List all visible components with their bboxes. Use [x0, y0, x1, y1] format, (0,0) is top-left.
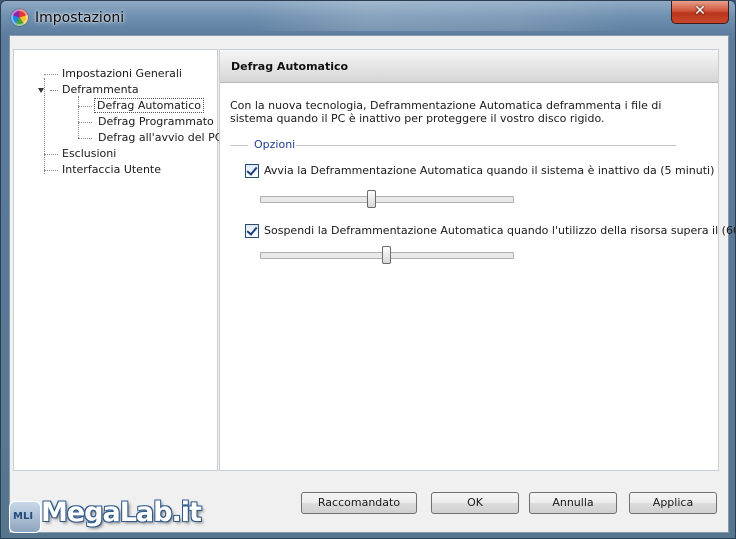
checkmark-icon	[246, 224, 258, 236]
tree-item-defrag-avvio-pc[interactable]: Defrag all'avvio del PC	[96, 130, 224, 146]
option-label: Sospendi la Deframmentazione Automatica …	[264, 224, 736, 237]
tree-connector	[44, 74, 58, 75]
section-title: Defrag Automatico	[231, 60, 349, 73]
ok-button[interactable]: OK	[431, 492, 519, 514]
tree-item-defrag-automatico[interactable]: Defrag Automatico	[94, 98, 204, 114]
idle-start-checkbox[interactable]	[245, 164, 259, 178]
tree-item-label: Defrag all'avvio del PC	[98, 131, 223, 144]
group-divider	[296, 145, 676, 146]
app-icon	[11, 9, 28, 26]
title-bar-reflection	[251, 1, 631, 31]
section-header: Defrag Automatico	[220, 50, 718, 83]
tree-item-deframmenta[interactable]: Deframmenta	[60, 82, 141, 98]
title-bar[interactable]: Impostazioni ✕	[1, 1, 735, 35]
watermark-text: MegaLab.it	[41, 497, 202, 528]
tree-item-label: Interfaccia Utente	[62, 163, 162, 176]
settings-tree: Impostazioni Generali Deframmenta Defrag…	[13, 49, 222, 471]
settings-window: Impostazioni ✕ Impostazioni Generali Def…	[0, 0, 736, 539]
section-description: Con la nuova tecnologia, Deframmentazion…	[230, 99, 662, 125]
megalab-watermark: MLI MegaLab.it	[5, 493, 202, 537]
tree-connector	[78, 138, 92, 139]
cancel-button[interactable]: Annulla	[529, 492, 617, 514]
tree-item-interfaccia-utente[interactable]: Interfaccia Utente	[60, 162, 163, 178]
tree-item-esclusioni[interactable]: Esclusioni	[60, 146, 118, 162]
content-panel: Defrag Automatico Con la nuova tecnologi…	[219, 49, 735, 471]
option-label: Avvia la Deframmentazione Automatica qua…	[264, 164, 715, 177]
resource-suspend-checkbox[interactable]	[245, 224, 259, 238]
tree-connector	[78, 122, 92, 123]
apply-button[interactable]: Applica	[629, 492, 717, 514]
slider-thumb[interactable]	[382, 246, 391, 264]
tree-item-impostazioni-generali[interactable]: Impostazioni Generali	[60, 66, 184, 82]
checkmark-icon	[246, 164, 258, 176]
tree-connector	[78, 106, 92, 107]
tree-connector-child	[78, 96, 79, 138]
tree-connector	[44, 170, 58, 171]
tree-item-label: Deframmenta	[62, 83, 139, 96]
group-divider	[230, 145, 248, 146]
logo-badge: MLI	[13, 511, 34, 522]
tree-item-label: Impostazioni Generali	[62, 67, 182, 80]
idle-time-slider[interactable]	[260, 190, 514, 210]
tree-connector	[50, 90, 58, 91]
tree-item-label: Defrag Automatico	[94, 98, 204, 113]
window-title: Impostazioni	[35, 10, 125, 26]
expand-arrow-icon[interactable]	[38, 88, 44, 93]
slider-track[interactable]	[260, 196, 514, 203]
tree-connector-root	[44, 78, 45, 174]
tree-item-label: Esclusioni	[62, 147, 117, 160]
options-group-title: Opzioni	[254, 138, 296, 151]
tree-view: Impostazioni Generali Deframmenta Defrag…	[14, 50, 222, 470]
client-area: Impostazioni Generali Deframmenta Defrag…	[9, 35, 735, 533]
resource-usage-slider[interactable]	[260, 246, 514, 266]
megalab-logo-icon: MLI	[9, 501, 41, 533]
tree-item-defrag-programmato[interactable]: Defrag Programmato	[96, 114, 216, 130]
slider-thumb[interactable]	[367, 190, 376, 208]
recommended-button[interactable]: Raccomandato	[301, 492, 417, 514]
tree-connector	[44, 154, 58, 155]
tree-item-label: Defrag Programmato	[98, 115, 214, 128]
close-button[interactable]: ✕	[671, 1, 729, 24]
